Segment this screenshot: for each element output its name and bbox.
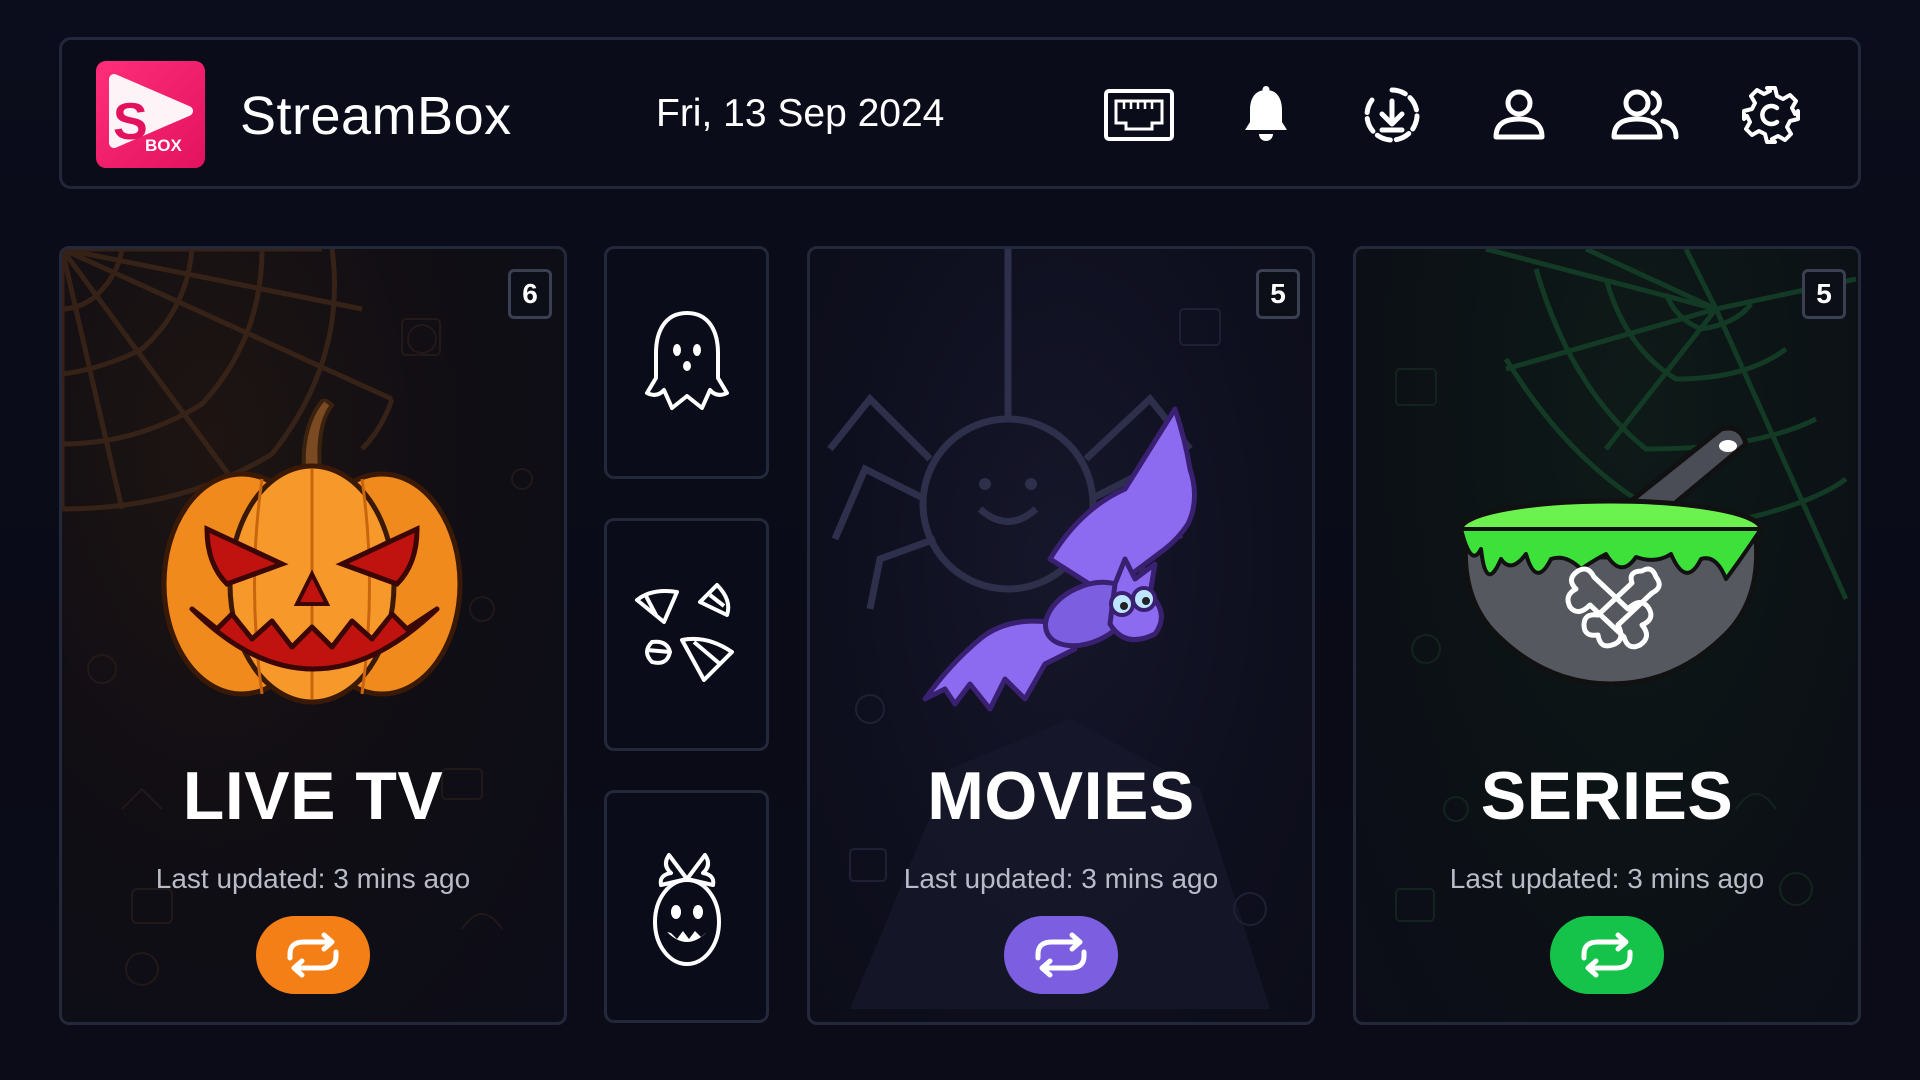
series-count-badge: 5: [1802, 269, 1846, 319]
series-card[interactable]: 5 SERIES Last updated: 3 mins ago: [1353, 246, 1861, 1025]
logo-graphic: S BOX: [109, 74, 193, 155]
series-refresh-button[interactable]: [1550, 916, 1664, 994]
current-date: Fri, 13 Sep 2024: [656, 92, 945, 135]
movies-refresh-button[interactable]: [1004, 916, 1118, 994]
movies-card[interactable]: 5 MOVIES Last updated: 3 mins ago: [807, 246, 1315, 1025]
refresh-icon: [1035, 932, 1087, 978]
app-title: StreamBox: [240, 86, 512, 146]
series-last-updated: Last updated: 3 mins ago: [1449, 863, 1765, 894]
top-bar: S BOX StreamBox Fri, 13 Sep 2024: [59, 37, 1861, 189]
ghost-button[interactable]: [604, 246, 769, 479]
bat-icon: [922, 406, 1197, 712]
ethernet-icon[interactable]: [1101, 80, 1177, 150]
bell-icon[interactable]: [1228, 80, 1304, 150]
candy-icon: [652, 852, 721, 966]
movies-count-badge: 5: [1256, 269, 1300, 319]
live-tv-refresh-button[interactable]: [256, 916, 370, 994]
cauldron-icon: [1458, 425, 1764, 687]
svg-text:S: S: [113, 93, 148, 151]
profile-icon[interactable]: [1481, 80, 1557, 150]
live-tv-last-updated: Last updated: 3 mins ago: [155, 863, 471, 894]
settings-icon[interactable]: [1733, 80, 1809, 150]
movies-last-updated: Last updated: 3 mins ago: [903, 863, 1219, 894]
jack-o-lantern-icon: [161, 399, 463, 705]
candy-corn-icon: [634, 582, 734, 682]
ghost-icon: [644, 310, 729, 410]
app-logo[interactable]: S BOX: [96, 61, 205, 168]
refresh-icon: [287, 932, 339, 978]
series-title: SERIES: [1480, 758, 1734, 834]
live-tv-count-badge: 6: [508, 269, 552, 319]
live-tv-card[interactable]: 6 LIVE TV Last updated: 3 mins ago: [59, 246, 567, 1025]
movies-title: MOVIES: [927, 758, 1195, 834]
refresh-icon: [1581, 932, 1633, 978]
live-tv-title: LIVE TV: [182, 758, 444, 834]
candy-button[interactable]: [604, 790, 769, 1023]
download-icon[interactable]: [1354, 80, 1430, 150]
candy-corn-button[interactable]: [604, 518, 769, 751]
svg-text:BOX: BOX: [145, 136, 183, 155]
users-icon[interactable]: [1607, 80, 1683, 150]
